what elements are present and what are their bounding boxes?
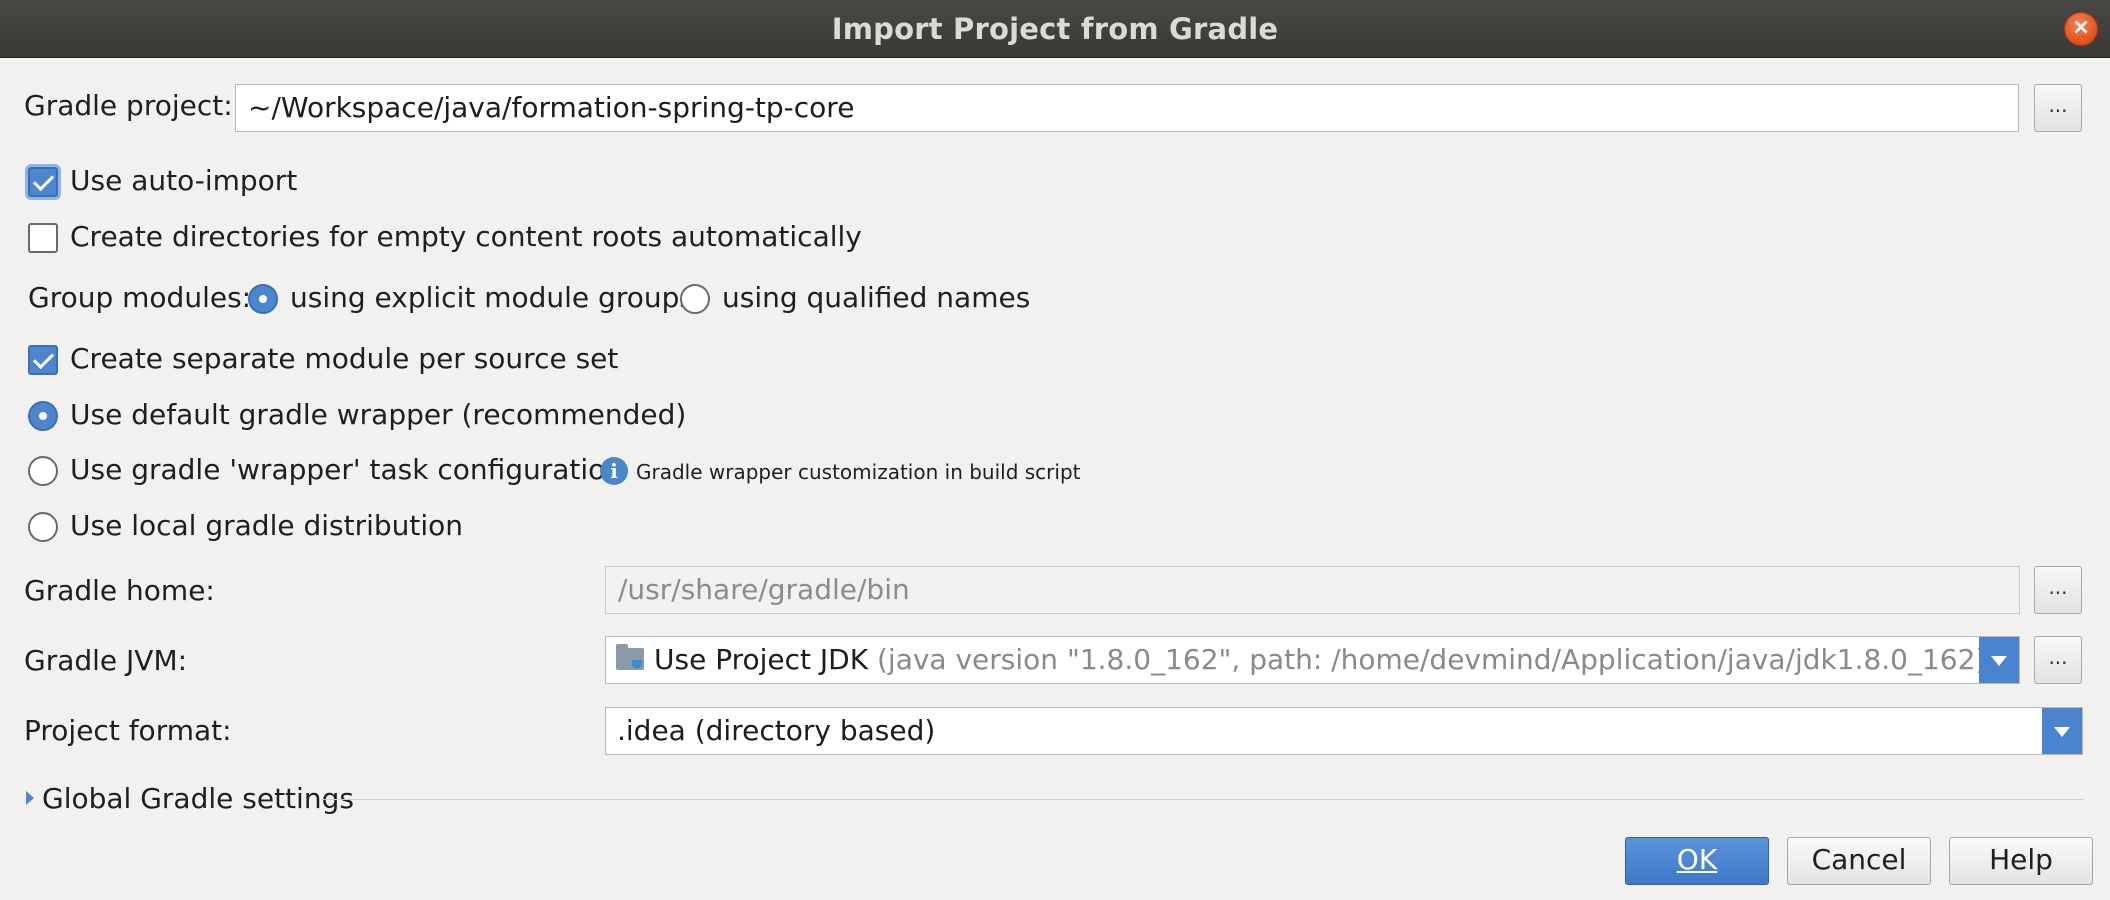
project-format-combo[interactable]: .idea (directory based) [605,707,2083,755]
gradle-home-input[interactable]: /usr/share/gradle/bin [605,566,2020,614]
create-directories-checkbox[interactable] [28,223,58,253]
gradle-project-input[interactable]: ~/Workspace/java/formation-spring-tp-cor… [235,84,2019,132]
group-qualified-radio[interactable] [680,284,710,314]
gradle-project-label: Gradle project: [24,89,233,122]
window-title: Import Project from Gradle [831,12,1279,46]
chevron-down-icon[interactable] [2042,708,2082,754]
auto-import-checkbox[interactable] [28,167,58,197]
gradle-jvm-combo[interactable]: Use Project JDK (java version "1.8.0_162… [605,636,2020,684]
gradle-jvm-browse-button[interactable]: ... [2034,636,2082,684]
gradle-jvm-detail: (java version "1.8.0_162", path: /home/d… [877,643,1987,676]
separator [322,799,2084,800]
ok-button[interactable]: OK [1625,837,1769,885]
local-distribution-radio[interactable] [28,512,58,542]
title-bar: Import Project from Gradle × [0,0,2110,58]
default-wrapper-radio[interactable] [28,401,58,431]
gradle-home-browse-button[interactable]: ... [2034,566,2082,614]
gradle-jvm-label: Gradle JVM: [24,644,188,677]
separate-module-checkbox[interactable] [28,345,58,375]
auto-import-label: Use auto-import [70,164,298,197]
create-directories-label: Create directories for empty content roo… [70,220,862,253]
group-explicit-radio[interactable] [248,284,278,314]
default-wrapper-label: Use default gradle wrapper (recommended) [70,398,687,431]
ok-button-label: OK [1676,843,1718,876]
chevron-down-icon[interactable] [1979,637,2019,683]
wrapper-task-label: Use gradle 'wrapper' task configuration [70,453,624,486]
separate-module-label: Create separate module per source set [70,342,619,375]
wrapper-hint-text: Gradle wrapper customization in build sc… [636,460,1081,484]
project-format-value: .idea (directory based) [617,714,936,747]
group-qualified-label: using qualified names [722,281,1031,314]
local-distribution-label: Use local gradle distribution [70,509,464,542]
cancel-button[interactable]: Cancel [1787,837,1931,885]
close-icon[interactable]: × [2064,12,2098,46]
group-modules-label: Group modules: [28,281,252,314]
gradle-home-label: Gradle home: [24,574,215,607]
info-icon: i [600,457,628,485]
folder-icon [616,644,644,670]
wrapper-task-radio[interactable] [28,456,58,486]
project-format-label: Project format: [24,714,232,747]
global-settings-label[interactable]: Global Gradle settings [42,782,354,815]
gradle-jvm-value: Use Project JDK (java version "1.8.0_162… [654,637,1986,683]
gradle-jvm-main: Use Project JDK [654,643,869,676]
group-explicit-label: using explicit module groups [290,281,694,314]
help-button[interactable]: Help [1949,837,2093,885]
expand-arrow-icon[interactable] [26,791,34,805]
gradle-project-browse-button[interactable]: ... [2034,84,2082,132]
